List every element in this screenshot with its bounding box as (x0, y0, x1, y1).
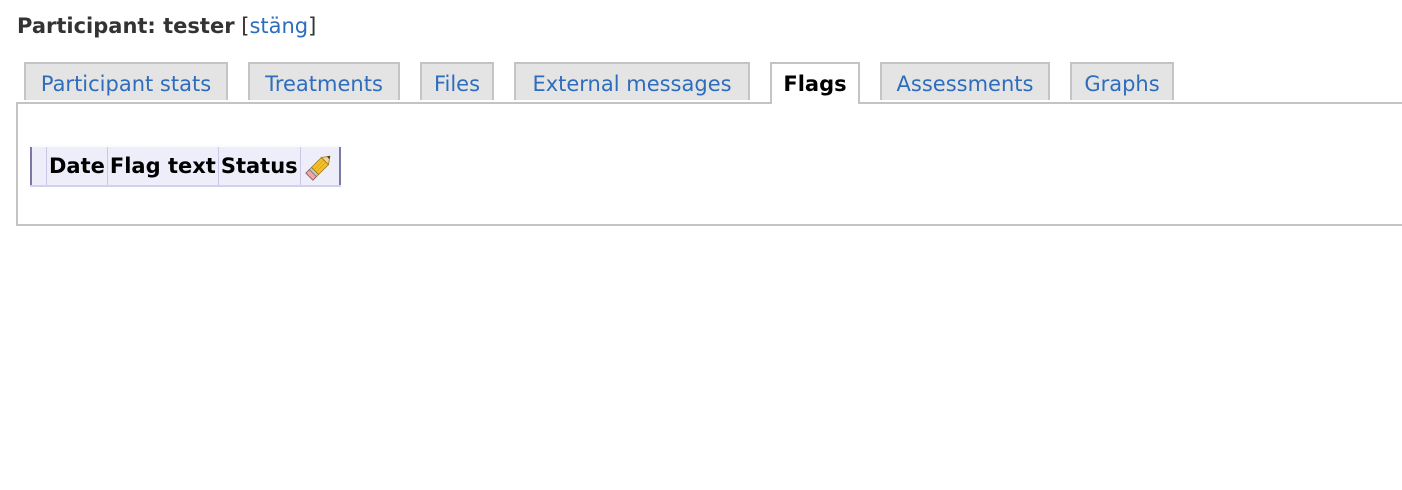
column-header-status[interactable]: Status (217, 145, 301, 187)
column-header-flag-text[interactable]: Flag text (106, 145, 219, 187)
tab-graphs[interactable]: Graphs (1070, 62, 1174, 100)
column-header-date[interactable]: Date (46, 145, 108, 187)
close-link[interactable]: stäng (249, 14, 308, 38)
tab-files[interactable]: Files (420, 62, 494, 100)
tab-bar: Participant stats Treatments Files Exter… (0, 62, 1402, 104)
flags-table: Date Flag text Status (30, 145, 341, 187)
tab-treatments[interactable]: Treatments (248, 62, 400, 100)
page-title: Participant: tester [stäng] (17, 12, 316, 40)
flags-panel: Date Flag text Status (16, 102, 1402, 226)
table-header-row: Date Flag text Status (30, 145, 341, 187)
tab-flags[interactable]: Flags (770, 62, 860, 104)
select-column-header (30, 145, 47, 187)
edit-column-header (299, 145, 341, 187)
pencil-icon[interactable] (303, 149, 337, 183)
bracket-close: ] (308, 14, 317, 38)
tab-participant-stats[interactable]: Participant stats (24, 62, 228, 100)
tab-external-messages[interactable]: External messages (514, 62, 750, 100)
participant-heading: Participant: tester (17, 14, 235, 38)
tab-assessments[interactable]: Assessments (880, 62, 1050, 100)
